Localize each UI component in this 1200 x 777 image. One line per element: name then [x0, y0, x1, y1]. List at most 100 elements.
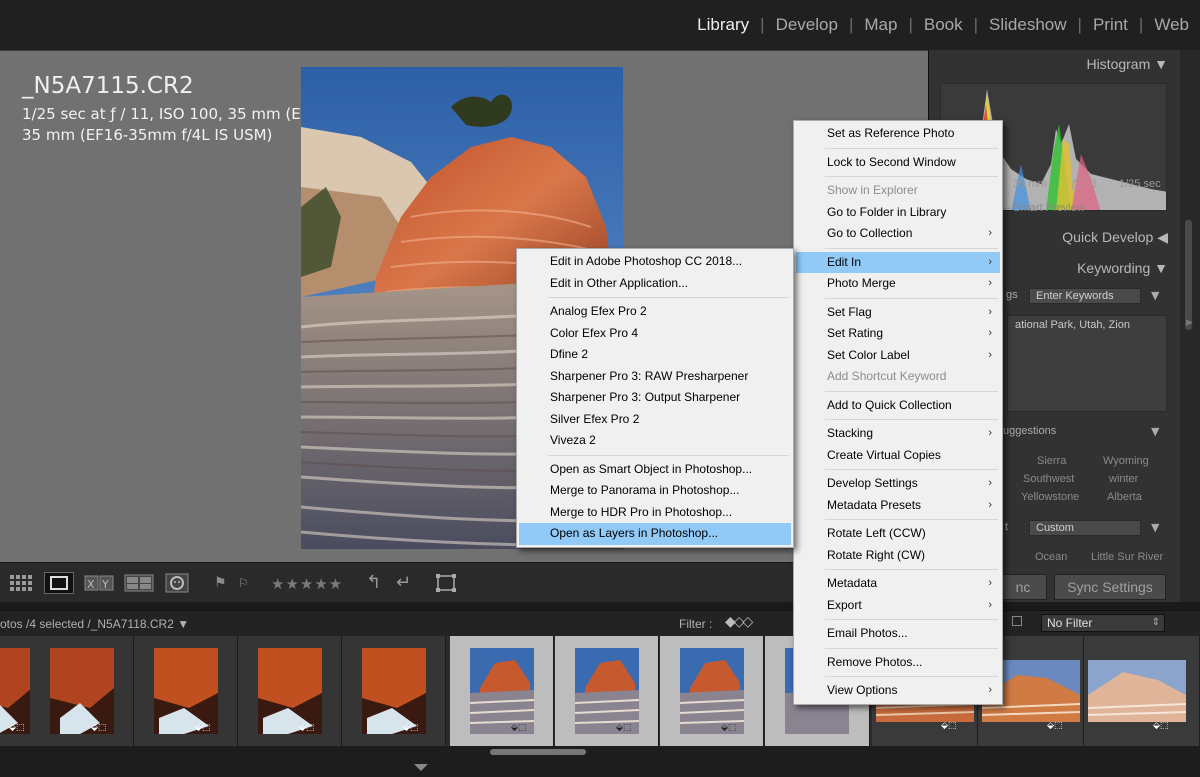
crop-icon[interactable] [434, 572, 458, 594]
filmstrip-thumbnail-selected[interactable]: ⬙⬚ [555, 636, 659, 746]
flag-filter-icons[interactable]: ◆◇◇ [725, 614, 753, 630]
module-book[interactable]: Book [913, 15, 974, 35]
collapse-triangle-icon[interactable]: ▼ [1151, 521, 1159, 534]
rotate-left-icon[interactable]: ↰ [366, 573, 381, 593]
menu-item-remove-photos[interactable]: Remove Photos... [796, 652, 1000, 674]
menu-item-viveza-2[interactable]: Viveza 2 [519, 430, 791, 452]
menu-item-merge-to-hdr-pro-in-photoshop[interactable]: Merge to HDR Pro in Photoshop... [519, 502, 791, 524]
menu-item-develop-settings[interactable]: Develop Settings › [796, 473, 1000, 495]
flag-pick-icon[interactable]: ⚑ [214, 573, 227, 593]
module-web[interactable]: Web [1143, 15, 1200, 35]
menu-item-label: Go to Collection [827, 226, 913, 240]
library-toolbar: XY ⚑ ⚐ ★★★★★ ↰ ↵ [0, 562, 928, 602]
menu-separator [825, 297, 998, 299]
menu-item-analog-efex-pro-2[interactable]: Analog Efex Pro 2 [519, 301, 791, 323]
menu-separator [825, 647, 998, 649]
star-rating[interactable]: ★★★★★ [271, 575, 343, 593]
keyword-set-item[interactable]: Little Sur River [1091, 551, 1163, 563]
menu-item-rotate-left-ccw[interactable]: Rotate Left (CCW) [796, 523, 1000, 545]
filmstrip-thumbnail-selected[interactable]: ⬙⬚ [660, 636, 764, 746]
menu-item-stacking[interactable]: Stacking › [796, 423, 1000, 445]
keyword-suggestion[interactable]: Sierra [1037, 455, 1066, 467]
expand-panel-icon[interactable]: ▶ [1186, 318, 1193, 328]
photo-filename: _N5A7115.CR2 [22, 73, 194, 99]
flag-reject-icon[interactable]: ⚐ [238, 573, 249, 593]
menu-item-photo-merge[interactable]: Photo Merge › [796, 273, 1000, 295]
histogram-header[interactable]: Histogram ▼ [1086, 56, 1168, 72]
menu-item-email-photos[interactable]: Email Photos... [796, 623, 1000, 645]
menu-item-label: Merge to Panorama in Photoshop... [550, 483, 740, 497]
filmstrip-scrollbar[interactable] [0, 746, 1200, 777]
filmstrip-toggle-arrow-icon[interactable] [414, 764, 428, 771]
menu-item-edit-in-adobe-photoshop-cc-2018[interactable]: Edit in Adobe Photoshop CC 2018... [519, 251, 791, 273]
collapse-triangle-icon: ▼ [1154, 56, 1168, 72]
collapse-triangle-icon[interactable]: ▼ [1151, 425, 1159, 438]
menu-item-color-efex-pro-4[interactable]: Color Efex Pro 4 [519, 323, 791, 345]
keyword-tags-dropdown[interactable]: Enter Keywords [1029, 288, 1141, 304]
quick-develop-header[interactable]: Quick Develop ◀ [1062, 229, 1168, 246]
menu-item-create-virtual-copies[interactable]: Create Virtual Copies [796, 445, 1000, 467]
menu-item-open-as-smart-object-in-photoshop[interactable]: Open as Smart Object in Photoshop... [519, 459, 791, 481]
filmstrip-thumbnail[interactable]: ⬙⬚ [1084, 636, 1200, 746]
menu-item-view-options[interactable]: View Options › [796, 680, 1000, 702]
menu-item-lock-to-second-window[interactable]: Lock to Second Window [796, 152, 1000, 174]
scrollbar-thumb[interactable] [490, 749, 586, 755]
keyword-suggestion[interactable]: Alberta [1107, 491, 1142, 503]
filmstrip-thumbnail[interactable]: ⬙⬚ [30, 636, 134, 746]
filmstrip-thumbnail[interactable]: ⬙⬚ [238, 636, 342, 746]
people-view-icon[interactable] [164, 572, 190, 594]
filter-lock-icon[interactable] [1012, 616, 1022, 626]
menu-item-go-to-folder-in-library[interactable]: Go to Folder in Library [796, 202, 1000, 224]
keyword-suggestion[interactable]: Yellowstone [1021, 491, 1079, 503]
filmstrip-thumbnail-selected[interactable]: ⬙⬚ [450, 636, 554, 746]
keywording-header[interactable]: Keywording ▼ [1077, 260, 1168, 276]
menu-item-merge-to-panorama-in-photoshop[interactable]: Merge to Panorama in Photoshop... [519, 480, 791, 502]
menu-item-edit-in[interactable]: Edit In › [796, 251, 1000, 273]
sync-metadata-button[interactable]: nc [999, 574, 1047, 600]
menu-item-set-color-label[interactable]: Set Color Label › [796, 345, 1000, 367]
menu-item-set-as-reference-photo[interactable]: Set as Reference Photo [796, 123, 1000, 145]
menu-item-open-as-layers-in-photoshop[interactable]: Open as Layers in Photoshop... [519, 523, 791, 545]
keyword-suggestions-title[interactable]: uggestions [1003, 425, 1056, 437]
keyword-set-item[interactable]: Ocean [1035, 551, 1067, 563]
right-panel-scrollbar[interactable]: ▶ [1180, 50, 1200, 602]
keyword-suggestion[interactable]: Southwest [1023, 473, 1074, 485]
collapse-triangle-icon[interactable]: ▼ [1151, 289, 1159, 302]
loupe-view-icon[interactable] [44, 572, 74, 594]
menu-item-set-flag[interactable]: Set Flag › [796, 302, 1000, 324]
filmstrip-thumbnail[interactable]: ⬙⬚ [342, 636, 446, 746]
scrollbar-thumb[interactable] [1185, 220, 1192, 330]
filmstrip-thumbnail[interactable]: ⬙⬚ [134, 636, 238, 746]
menu-item-add-to-quick-collection[interactable]: Add to Quick Collection [796, 395, 1000, 417]
module-develop[interactable]: Develop [765, 15, 849, 35]
menu-item-silver-efex-pro-2[interactable]: Silver Efex Pro 2 [519, 409, 791, 431]
keyword-suggestion[interactable]: winter [1109, 473, 1138, 485]
menu-item-go-to-collection[interactable]: Go to Collection › [796, 223, 1000, 245]
sync-settings-button[interactable]: Sync Settings [1054, 574, 1166, 600]
compare-view-icon[interactable]: XY [84, 572, 114, 594]
menu-separator [825, 469, 998, 470]
module-slideshow[interactable]: Slideshow [978, 15, 1078, 35]
module-library[interactable]: Library [686, 15, 760, 35]
filter-preset-dropdown[interactable]: No Filter ⇕ [1041, 614, 1165, 632]
keyword-set-dropdown[interactable]: Custom [1029, 520, 1141, 536]
svg-text:Y: Y [101, 578, 109, 591]
menu-item-rotate-right-cw[interactable]: Rotate Right (CW) [796, 545, 1000, 567]
module-map[interactable]: Map [853, 15, 908, 35]
dropdown-arrow-icon: ⇕ [1151, 617, 1160, 628]
menu-item-label: Sharpener Pro 3: Output Sharpener [550, 390, 741, 404]
filmstrip-source-path[interactable]: otos /4 selected /_N5A7118.CR2 ▼ [0, 617, 189, 631]
module-print[interactable]: Print [1082, 15, 1139, 35]
menu-item-metadata-presets[interactable]: Metadata Presets › [796, 495, 1000, 517]
menu-item-export[interactable]: Export › [796, 595, 1000, 617]
menu-item-sharpener-pro-3-output-sharpener[interactable]: Sharpener Pro 3: Output Sharpener [519, 387, 791, 409]
menu-item-dfine-2[interactable]: Dfine 2 [519, 344, 791, 366]
menu-item-set-rating[interactable]: Set Rating › [796, 323, 1000, 345]
keyword-suggestion[interactable]: Wyoming [1103, 455, 1149, 467]
grid-view-icon[interactable] [8, 572, 34, 594]
menu-item-metadata[interactable]: Metadata › [796, 573, 1000, 595]
menu-item-edit-in-other-application[interactable]: Edit in Other Application... [519, 273, 791, 295]
menu-item-sharpener-pro-3-raw-presharpener[interactable]: Sharpener Pro 3: RAW Presharpener [519, 366, 791, 388]
survey-view-icon[interactable] [124, 572, 154, 594]
rotate-right-icon[interactable]: ↵ [396, 573, 411, 593]
